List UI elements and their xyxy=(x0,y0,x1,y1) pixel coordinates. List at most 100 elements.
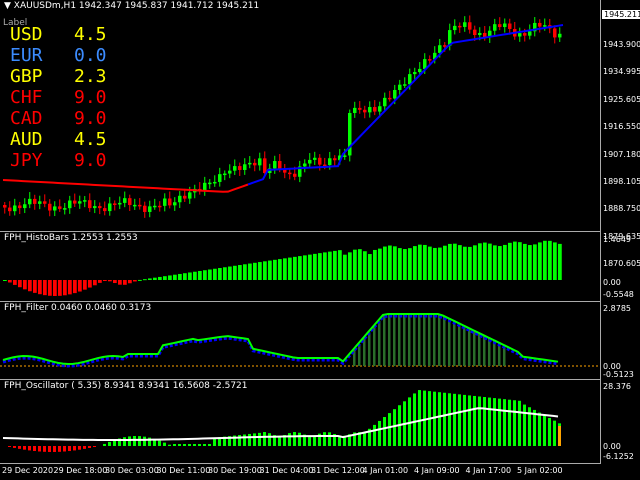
currency-row-aud: AUD 4.5 xyxy=(10,129,107,150)
filter-bar xyxy=(453,320,456,366)
histo-bar xyxy=(88,280,92,288)
oscillator-bar xyxy=(133,436,136,446)
candle-body xyxy=(218,174,222,182)
oscillator-bar xyxy=(58,446,61,452)
osc-tick-zero: 0.00 xyxy=(603,442,621,451)
oscillator-bar xyxy=(73,446,76,451)
oscillator-bar xyxy=(168,444,171,446)
price-tick: 1934.995 xyxy=(603,67,640,77)
histo-bar xyxy=(28,280,32,292)
oscillator-last-bar xyxy=(558,426,561,446)
histo-bar xyxy=(468,246,472,280)
filter-bar xyxy=(428,314,431,366)
histo-bar xyxy=(68,280,72,295)
candle-body xyxy=(203,182,207,191)
oscillator-bar xyxy=(103,443,106,446)
histo-bar xyxy=(343,254,347,280)
candle-body xyxy=(273,161,277,169)
price-tick: 1907.180 xyxy=(603,149,640,159)
candle-body xyxy=(68,200,72,209)
candle-body xyxy=(353,107,357,113)
filter-axis: 2.8785 0.00 -0.5123 xyxy=(600,302,640,380)
histo-bar xyxy=(348,252,352,280)
oscillator-bar xyxy=(183,444,186,446)
time-tick: 4 Jan 17:00 xyxy=(465,466,512,475)
candle-body xyxy=(38,201,42,204)
candle-body xyxy=(263,158,267,174)
candle-body xyxy=(318,157,322,165)
histo-bar xyxy=(193,271,197,280)
filter-bar xyxy=(413,314,416,366)
histo-bar xyxy=(223,267,227,280)
candle-body xyxy=(498,24,502,28)
oscillator-bar xyxy=(478,396,481,446)
oscillator-bar xyxy=(498,398,501,446)
ma-blue-line xyxy=(247,24,564,186)
price-chart-pane[interactable]: ▼ XAUUSDm,H1 1942.347 1945.837 1941.712 … xyxy=(0,0,600,232)
candle-body xyxy=(373,107,377,112)
histo-bar xyxy=(163,276,167,280)
filter-bar xyxy=(383,314,386,366)
oscillator-bar xyxy=(458,394,461,446)
histo-tick-max: 1.4649 xyxy=(603,235,631,244)
candle-body xyxy=(503,23,507,28)
histobars-pane[interactable]: FPH_HistoBars 1.2553 1.2553 xyxy=(0,232,600,302)
oscillator-bar xyxy=(123,437,126,446)
histo-bar xyxy=(273,259,277,280)
time-tick: 29 Dec 18:00 xyxy=(53,466,108,475)
currency-value: 9.0 xyxy=(74,108,107,129)
candle-body xyxy=(33,198,37,204)
filter-bar xyxy=(458,322,461,366)
oscillator-bar xyxy=(483,397,486,446)
candle-body xyxy=(98,206,102,209)
histo-bar xyxy=(398,248,402,280)
candle-body xyxy=(258,158,262,166)
candle-body xyxy=(18,205,22,209)
filter-pane[interactable]: FPH_Filter 0.0460 0.0460 0.3173 xyxy=(0,302,600,380)
histo-bar xyxy=(203,270,207,280)
oscillator-bar xyxy=(173,444,176,446)
histo-bar xyxy=(353,249,357,280)
time-tick: 4 Jan 09:00 xyxy=(414,466,460,475)
currency-name: CHF xyxy=(10,87,43,108)
candle-body xyxy=(63,208,67,210)
histo-bar xyxy=(53,280,57,296)
histo-bar xyxy=(268,260,272,280)
oscillator-bar xyxy=(108,441,111,446)
oscillator-bar xyxy=(533,409,536,446)
histo-bar xyxy=(528,245,532,280)
histo-bar xyxy=(293,256,297,280)
filter-tick-max: 2.8785 xyxy=(603,304,631,313)
currency-name: CAD xyxy=(10,108,43,129)
filter-bar xyxy=(378,320,381,366)
candle-body xyxy=(438,45,442,53)
candle-body xyxy=(8,207,12,212)
oscillator-plot xyxy=(2,390,561,452)
oscillator-bar xyxy=(443,392,446,446)
price-tick: 1898.105 xyxy=(603,177,640,186)
histo-bar xyxy=(243,264,247,280)
candle-body xyxy=(23,204,27,209)
histo-bar xyxy=(23,280,27,290)
oscillator-bar xyxy=(523,404,526,446)
histo-bar xyxy=(333,250,337,280)
histo-bar xyxy=(508,242,512,280)
histo-bar xyxy=(213,268,217,280)
time-tick: 5 Jan 02:00 xyxy=(517,466,563,475)
candle-body xyxy=(558,33,562,38)
candle-body xyxy=(73,200,77,204)
histo-bar xyxy=(393,246,397,280)
currency-name: JPY xyxy=(10,150,43,171)
histo-bar xyxy=(438,247,442,280)
oscillator-bar xyxy=(418,390,421,446)
oscillator-pane[interactable]: FPH_Oscillator ( 5.35) 8.9341 8.9341 16.… xyxy=(0,380,600,464)
currency-row-jpy: JPY 9.0 xyxy=(10,150,107,171)
filter-bar xyxy=(438,314,441,366)
candle-body xyxy=(358,107,362,110)
currency-name: GBP xyxy=(10,66,43,87)
candle-body xyxy=(443,45,447,47)
candle-body xyxy=(388,97,392,100)
histo-bar xyxy=(178,273,182,280)
current-price-badge: 1945.211 xyxy=(602,10,640,19)
candle-body xyxy=(333,158,337,161)
